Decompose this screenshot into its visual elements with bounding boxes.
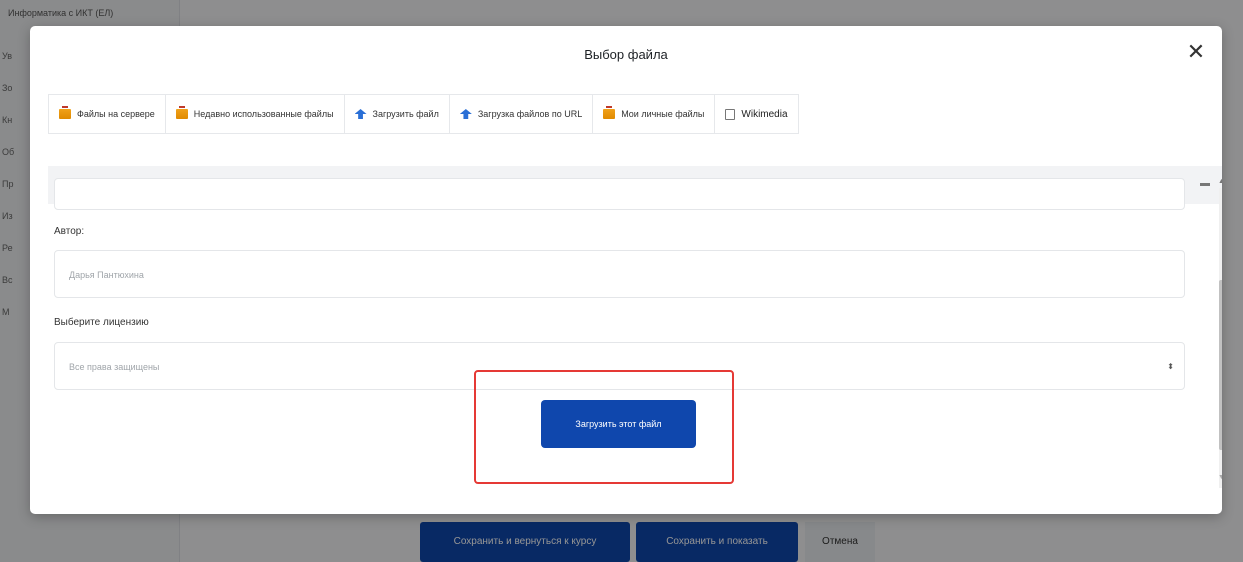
tab-wikimedia[interactable]: Wikimedia	[714, 94, 799, 134]
file-picker-modal: Выбор файла ✕ Файлы на сервере Недавно и…	[30, 26, 1222, 514]
select-arrows-icon: ⬍	[1167, 362, 1174, 371]
upload-icon	[459, 109, 472, 119]
tab-label: Мои личные файлы	[621, 109, 705, 119]
author-input[interactable]: Дарья Пантюхина	[54, 250, 1185, 298]
save-as-field[interactable]	[54, 178, 1185, 210]
tab-label: Wikimedia	[741, 108, 788, 120]
tab-private-files[interactable]: Мои личные файлы	[592, 94, 715, 134]
license-label: Выберите лицензию	[54, 317, 149, 328]
upload-icon	[354, 109, 367, 119]
modal-title: Выбор файла	[584, 47, 668, 62]
scroll-down-icon[interactable]: ▼	[1218, 474, 1222, 481]
tab-label: Загрузка файлов по URL	[477, 109, 583, 119]
folder-icon	[175, 106, 188, 119]
wikimedia-icon	[725, 108, 736, 120]
folder-icon	[59, 106, 71, 119]
folder-icon	[603, 106, 616, 119]
repository-tabs: Файлы на сервере Недавно использованные …	[48, 94, 799, 134]
tab-recent-files[interactable]: Недавно использованные файлы	[164, 94, 344, 134]
tab-label: Недавно использованные файлы	[193, 109, 334, 119]
tab-upload-file[interactable]: Загрузить файл	[343, 94, 449, 134]
author-label: Автор:	[54, 226, 85, 237]
tab-label: Файлы на сервере	[77, 109, 155, 119]
scrollbar-thumb[interactable]	[1219, 280, 1222, 450]
tab-label: Загрузить файл	[372, 109, 439, 119]
close-icon[interactable]: ✕	[1184, 41, 1208, 65]
form-scrollbar[interactable]: ▲ ▼	[1215, 178, 1222, 508]
tab-url-upload[interactable]: Загрузка файлов по URL	[448, 94, 593, 134]
license-select-value: Все права защищены	[69, 362, 160, 372]
scroll-up-icon[interactable]: ▲	[1218, 178, 1222, 185]
upload-this-file-button[interactable]: Загрузить этот файл	[541, 400, 696, 448]
tab-server-files[interactable]: Файлы на сервере	[48, 94, 165, 134]
